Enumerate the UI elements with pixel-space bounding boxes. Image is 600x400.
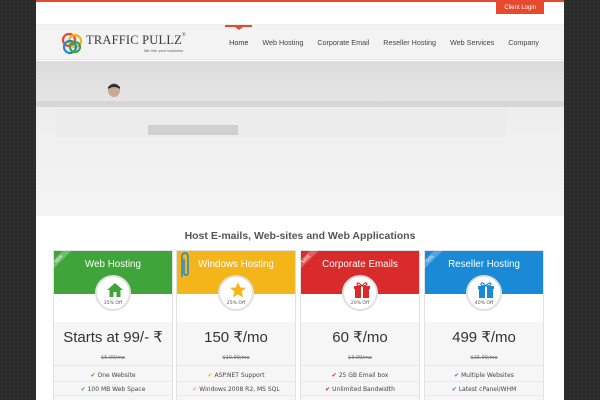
plan-card-corporate-emails[interactable]: SAVE Corporate Emails 20% Off 60 ₹/mo $3…	[297, 250, 420, 400]
nav-item-home[interactable]: Home	[222, 25, 255, 60]
check-icon: ✔	[207, 372, 213, 379]
nav-item-web-hosting[interactable]: Web Hosting	[255, 25, 310, 60]
plan-feature: ✔ 25 GB Email box	[301, 370, 419, 382]
plan-title: Reseller Hosting	[448, 259, 520, 270]
plan-card-reseller-hosting[interactable]: 50% Reseller Hosting 40% Off 499 ₹/mo $1…	[421, 250, 544, 400]
plan-old-price: $3.99/mo	[301, 355, 419, 366]
gift-icon	[478, 282, 494, 298]
plan-card-web-hosting[interactable]: NEW Web Hosting 35% Off Starts at 99/- ₹…	[50, 250, 173, 400]
nav-item-web-services[interactable]: Web Services	[443, 25, 501, 60]
plan-card-windows-hosting[interactable]: Windows Hosting 25% Off 150 ₹/mo $10.99/…	[176, 250, 296, 400]
section-tagline: Host E-mails, Web-sites and Web Applicat…	[184, 230, 416, 242]
nav-item-reseller-hosting[interactable]: Reseller Hosting	[376, 25, 443, 60]
check-icon: ✔	[451, 386, 457, 393]
plan-feature: ✔ One Website	[54, 370, 172, 382]
nav-item-company[interactable]: Company	[501, 25, 546, 60]
star-icon	[230, 282, 246, 298]
plan-badge: 35% Off	[95, 275, 131, 311]
plan-discount: 20% Off	[350, 301, 370, 306]
plan-price: 60 ₹/mo	[332, 329, 388, 346]
plan-feature: ✔ ASP.NET Support	[177, 370, 295, 382]
plan-feature: ✔ 100 MB Web Space	[54, 384, 172, 396]
plan-old-price: $10.99/mo	[177, 355, 295, 366]
plan-discount: 25% Off	[226, 301, 246, 306]
gift-icon	[354, 282, 370, 298]
client-login-button[interactable]: Client Login	[496, 2, 544, 14]
check-icon: ✔	[454, 372, 460, 379]
plan-price: 499 ₹/mo	[452, 329, 516, 346]
brand-name: TRAFFIC PULLZ®	[86, 33, 187, 47]
plan-discount: 40% Off	[474, 301, 494, 306]
plan-old-price: $5.99/mo	[54, 355, 172, 366]
plan-feature: ✔ Multiple Websites	[425, 370, 543, 382]
office-partition-lower	[56, 107, 506, 137]
plan-title: Web Hosting	[85, 259, 141, 270]
site-header: TRAFFIC PULLZ® We link your business Hom…	[36, 25, 564, 60]
check-icon: ✔	[331, 372, 337, 379]
plan-title: Corporate Emails	[322, 259, 398, 270]
plan-feature: ✔ Windows 2008 R2, MS SQL	[177, 384, 295, 396]
plan-title: Windows Hosting	[198, 259, 274, 270]
plan-discount: 35% Off	[103, 301, 123, 306]
nav-item-corporate-email[interactable]: Corporate Email	[310, 25, 376, 60]
plan-badge: 40% Off	[466, 275, 502, 311]
check-icon: ✔	[325, 386, 331, 393]
brand-tagline: We link your business	[144, 49, 184, 53]
plan-badge: 25% Off	[218, 275, 254, 311]
top-bar: Client Login	[36, 0, 564, 25]
check-icon: ✔	[90, 372, 96, 379]
check-icon: ✔	[192, 386, 198, 393]
office-desk-edge	[148, 125, 238, 135]
plan-price: Starts at 99/- ₹	[63, 329, 163, 346]
page: Client Login TRAFFIC PULLZ® We link your…	[36, 0, 564, 400]
logo[interactable]: TRAFFIC PULLZ® We link your business	[60, 30, 200, 56]
home-icon	[107, 283, 123, 297]
plan-price: 150 ₹/mo	[204, 329, 268, 346]
plan-feature: ✔ Unlimited Bandwidth	[301, 384, 419, 396]
plan-old-price: $15.99/mo	[425, 355, 543, 366]
logo-mark-icon	[61, 32, 83, 55]
check-icon: ✔	[80, 386, 86, 393]
main-nav: Home Web Hosting Corporate Email Reselle…	[222, 25, 546, 60]
plan-feature: ✔ Latest cPanel/WHM	[425, 384, 543, 396]
hero-banner	[36, 61, 564, 216]
plan-badge: 20% Off	[342, 275, 378, 311]
